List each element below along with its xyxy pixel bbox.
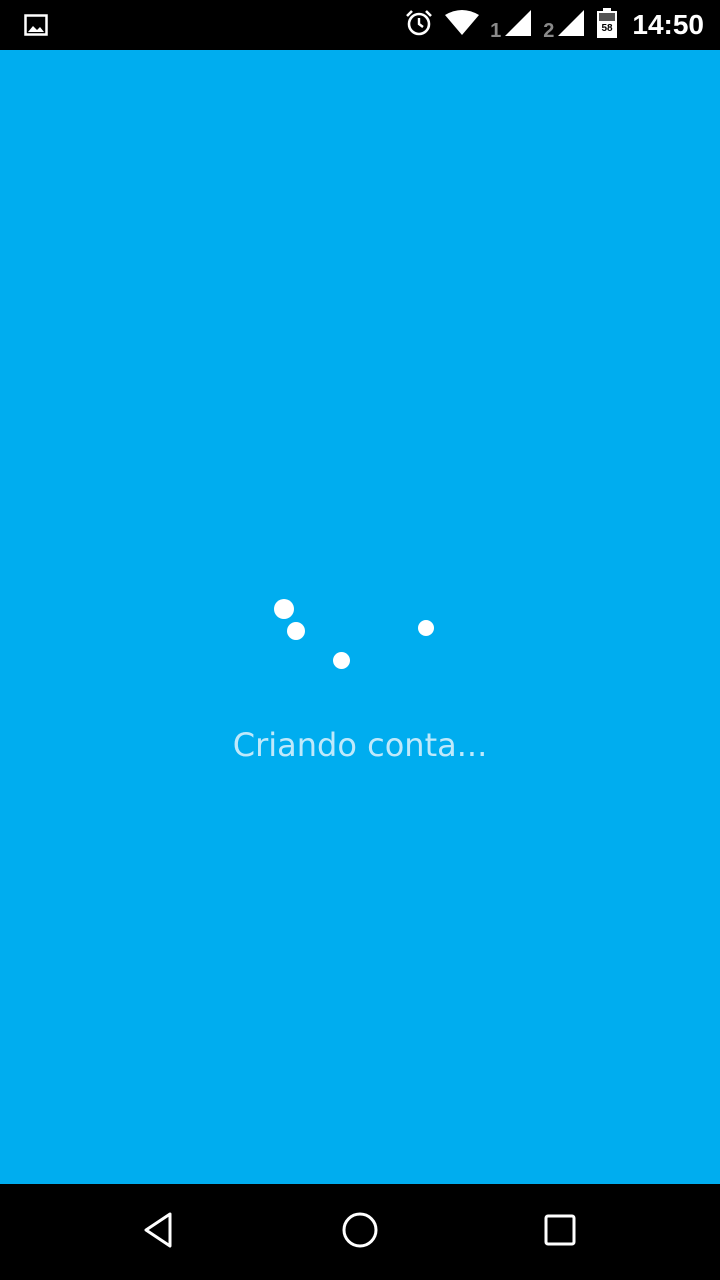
spinner-dot [418,620,434,636]
sim1-signal: 1 [490,8,533,43]
loading-spinner [0,50,720,1184]
spinner-dot [333,652,350,669]
signal-sim1-icon [503,8,533,43]
battery-level: 58 [602,23,614,34]
home-icon [340,1210,380,1255]
image-notification-icon [24,14,48,41]
sim1-label: 1 [490,19,502,42]
notification-area [24,13,48,42]
signal-sim2-icon [556,8,586,43]
navigation-bar [0,1184,720,1280]
back-button[interactable] [136,1208,184,1256]
back-icon [140,1210,180,1255]
sim2-label: 2 [543,19,555,42]
recents-icon [540,1210,580,1255]
spinner-dot [287,622,305,640]
status-bar: 1 2 58 14:50 [0,0,720,50]
alarm-icon [404,8,434,43]
screen: 1 2 58 14:50 Criando conta... [0,0,720,1280]
spinner-dot [274,599,294,619]
home-button[interactable] [336,1208,384,1256]
loading-status-text: Criando conta... [232,726,488,764]
main-content: Criando conta... [0,50,720,1184]
wifi-icon [444,9,480,42]
system-icons: 1 2 58 14:50 [404,0,704,50]
battery-icon: 58 [596,7,618,43]
sim2-signal: 2 [543,8,586,43]
recents-button[interactable] [536,1208,584,1256]
clock: 14:50 [632,9,704,40]
